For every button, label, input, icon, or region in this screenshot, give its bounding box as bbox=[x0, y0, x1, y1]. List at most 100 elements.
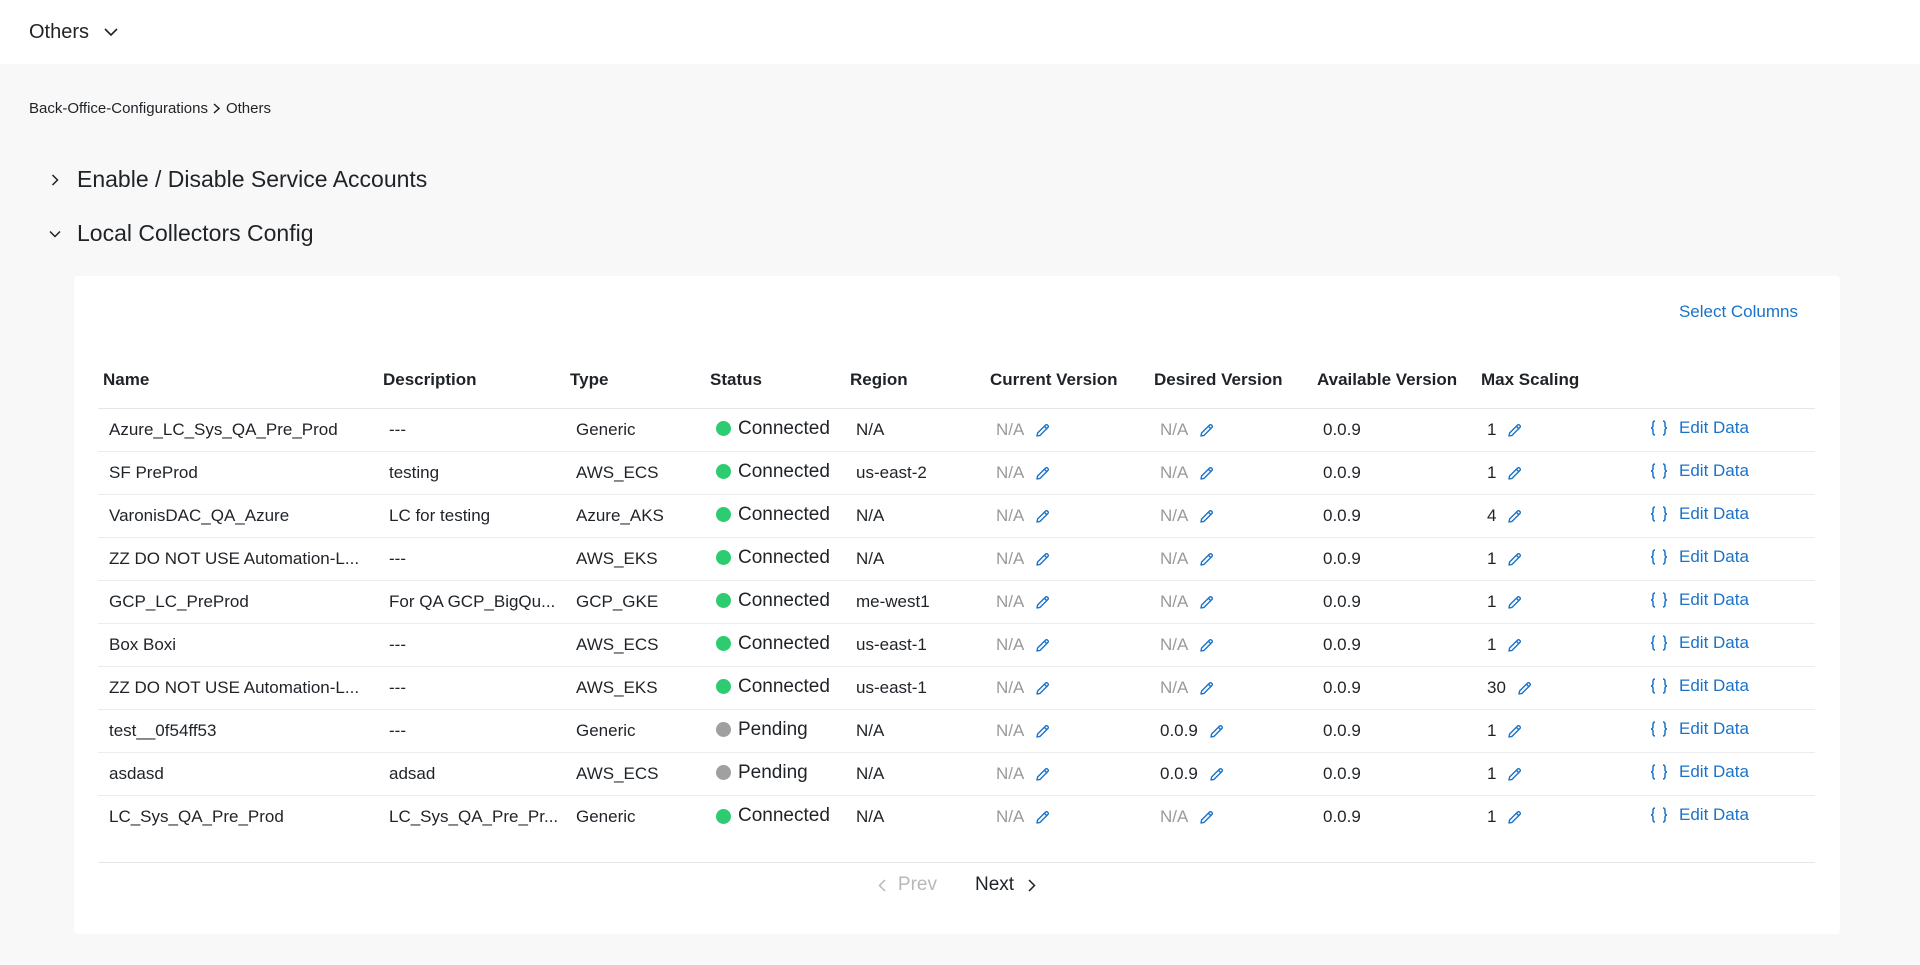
next-page-button[interactable]: Next bbox=[975, 874, 1036, 896]
pencil-icon[interactable] bbox=[1034, 551, 1051, 568]
max-scaling-value: 1 bbox=[1487, 591, 1497, 611]
pencil-icon[interactable] bbox=[1506, 809, 1523, 826]
edit-data-button[interactable]: Edit Data bbox=[1649, 461, 1749, 481]
prev-page-button[interactable]: Prev bbox=[878, 874, 937, 896]
pencil-icon[interactable] bbox=[1198, 637, 1215, 654]
pencil-icon[interactable] bbox=[1208, 723, 1225, 740]
pencil-icon[interactable] bbox=[1198, 465, 1215, 482]
cell-desired-version: N/A bbox=[1149, 451, 1312, 495]
top-bar: Others bbox=[0, 0, 1920, 64]
breadcrumb-parent-link[interactable]: Back-Office-Configurations bbox=[29, 100, 208, 117]
cell-desired-version: N/A bbox=[1149, 795, 1312, 838]
column-header: Status bbox=[705, 352, 845, 409]
table-row: Box Boxi --- AWS_ECS Connected us-east-1 N/A N… bbox=[98, 623, 1815, 667]
pencil-icon[interactable] bbox=[1034, 422, 1051, 439]
pencil-icon[interactable] bbox=[1506, 766, 1523, 783]
column-header: Type bbox=[565, 352, 705, 409]
status-label: Connected bbox=[738, 503, 830, 525]
braces-icon bbox=[1649, 763, 1669, 781]
pencil-icon[interactable] bbox=[1506, 637, 1523, 654]
cell-description: testing bbox=[378, 451, 565, 495]
edit-data-label: Edit Data bbox=[1679, 589, 1749, 609]
cell-type: AWS_ECS bbox=[565, 752, 705, 796]
column-header: Desired Version bbox=[1149, 352, 1312, 409]
pencil-icon[interactable] bbox=[1198, 551, 1215, 568]
cell-status: Connected bbox=[705, 580, 845, 624]
edit-data-label: Edit Data bbox=[1679, 718, 1749, 738]
status-label: Pending bbox=[738, 718, 808, 740]
status-badge: Connected bbox=[716, 461, 830, 483]
status-badge: Pending bbox=[716, 719, 808, 741]
pencil-icon[interactable] bbox=[1034, 723, 1051, 740]
pencil-icon[interactable] bbox=[1516, 680, 1533, 697]
pencil-icon[interactable] bbox=[1506, 508, 1523, 525]
status-dot-icon bbox=[716, 679, 731, 695]
pencil-icon[interactable] bbox=[1034, 637, 1051, 654]
edit-data-button[interactable]: Edit Data bbox=[1649, 504, 1749, 524]
cell-status: Pending bbox=[705, 709, 845, 753]
current-version-value: N/A bbox=[996, 806, 1025, 826]
cell-actions: Edit Data bbox=[1638, 666, 1815, 710]
pencil-icon[interactable] bbox=[1034, 680, 1051, 697]
cell-max-scaling: 30 bbox=[1476, 666, 1638, 710]
pencil-icon[interactable] bbox=[1208, 766, 1225, 783]
chevron-down-icon[interactable] bbox=[103, 24, 119, 40]
select-columns-button[interactable]: Select Columns bbox=[1679, 302, 1798, 322]
cell-name: test__0f54ff53 bbox=[98, 709, 378, 753]
status-dot-icon bbox=[716, 808, 731, 824]
desired-version-value: N/A bbox=[1160, 634, 1189, 654]
pencil-icon[interactable] bbox=[1198, 422, 1215, 439]
pencil-icon[interactable] bbox=[1034, 508, 1051, 525]
pencil-icon[interactable] bbox=[1198, 508, 1215, 525]
braces-icon bbox=[1649, 505, 1669, 523]
pencil-icon[interactable] bbox=[1198, 594, 1215, 611]
cell-available-version: 0.0.9 bbox=[1312, 408, 1476, 452]
cell-desired-version: N/A bbox=[1149, 537, 1312, 581]
column-header: Current Version bbox=[985, 352, 1149, 409]
current-version-value: N/A bbox=[996, 462, 1025, 482]
edit-data-button[interactable]: Edit Data bbox=[1649, 805, 1749, 825]
pencil-icon[interactable] bbox=[1506, 551, 1523, 568]
cell-actions: Edit Data bbox=[1638, 451, 1815, 495]
pencil-icon[interactable] bbox=[1506, 422, 1523, 439]
pencil-icon[interactable] bbox=[1506, 465, 1523, 482]
cell-status: Connected bbox=[705, 623, 845, 667]
status-badge: Connected bbox=[716, 676, 830, 698]
pencil-icon[interactable] bbox=[1034, 809, 1051, 826]
cell-status: Connected bbox=[705, 451, 845, 495]
cell-desired-version: N/A bbox=[1149, 408, 1312, 452]
cell-description: --- bbox=[378, 623, 565, 667]
breadcrumb: Back-Office-Configurations Others bbox=[29, 100, 271, 117]
pencil-icon[interactable] bbox=[1506, 723, 1523, 740]
pencil-icon[interactable] bbox=[1034, 766, 1051, 783]
pencil-icon[interactable] bbox=[1506, 594, 1523, 611]
pencil-icon[interactable] bbox=[1198, 680, 1215, 697]
status-label: Connected bbox=[738, 546, 830, 568]
edit-data-button[interactable]: Edit Data bbox=[1649, 590, 1749, 610]
status-dot-icon bbox=[716, 765, 731, 781]
edit-data-button[interactable]: Edit Data bbox=[1649, 719, 1749, 739]
edit-data-button[interactable]: Edit Data bbox=[1649, 762, 1749, 782]
pencil-icon[interactable] bbox=[1198, 809, 1215, 826]
edit-data-button[interactable]: Edit Data bbox=[1649, 676, 1749, 696]
cell-desired-version: 0.0.9 bbox=[1149, 752, 1312, 796]
cell-desired-version: N/A bbox=[1149, 580, 1312, 624]
section-service-accounts-toggle[interactable]: Enable / Disable Service Accounts bbox=[48, 166, 427, 193]
pencil-icon[interactable] bbox=[1034, 465, 1051, 482]
pencil-icon[interactable] bbox=[1034, 594, 1051, 611]
status-dot-icon bbox=[716, 722, 731, 738]
edit-data-button[interactable]: Edit Data bbox=[1649, 547, 1749, 567]
max-scaling-value: 30 bbox=[1487, 677, 1506, 697]
cell-max-scaling: 1 bbox=[1476, 795, 1638, 838]
cell-type: GCP_GKE bbox=[565, 580, 705, 624]
cell-type: AWS_ECS bbox=[565, 451, 705, 495]
desired-version-value: 0.0.9 bbox=[1160, 763, 1198, 783]
section-local-collectors-toggle[interactable]: Local Collectors Config bbox=[48, 220, 314, 247]
table-row: test__0f54ff53 --- Generic Pending N/A N/A 0.0… bbox=[98, 709, 1815, 753]
column-header: Region bbox=[845, 352, 985, 409]
desired-version-value: N/A bbox=[1160, 419, 1189, 439]
edit-data-label: Edit Data bbox=[1679, 460, 1749, 480]
edit-data-button[interactable]: Edit Data bbox=[1649, 418, 1749, 438]
current-version-value: N/A bbox=[996, 720, 1025, 740]
edit-data-button[interactable]: Edit Data bbox=[1649, 633, 1749, 653]
